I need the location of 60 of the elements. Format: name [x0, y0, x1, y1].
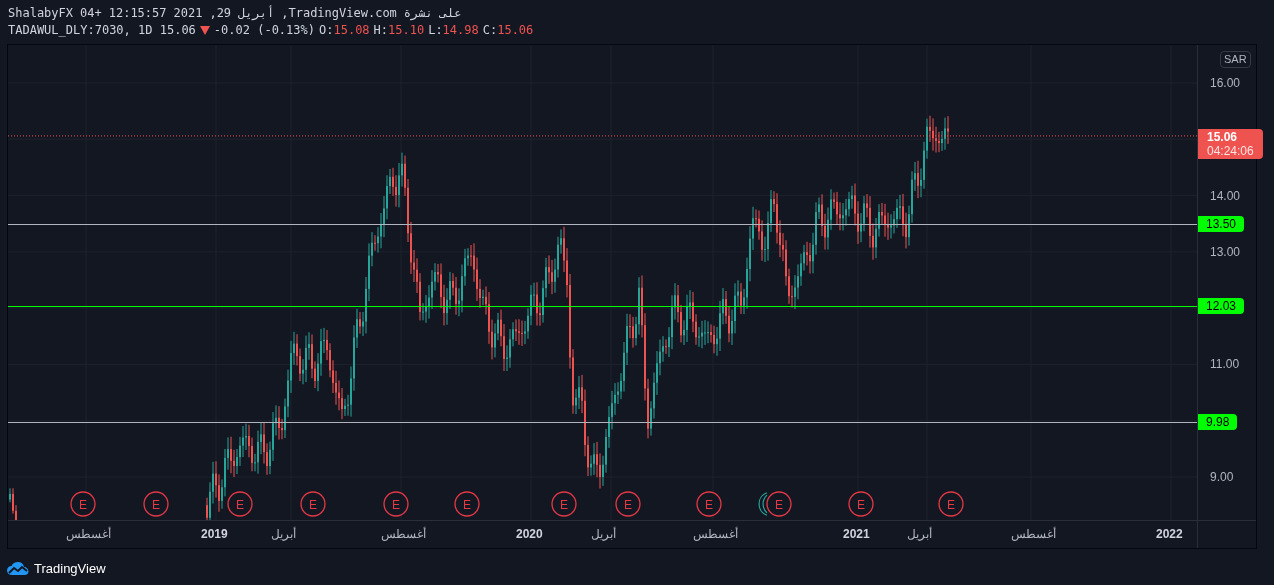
earnings-marker[interactable]: E	[227, 491, 253, 517]
ohlc-label: O:	[319, 22, 334, 39]
header-text: 12:15:57	[108, 5, 167, 22]
price-tick: 14.00	[1210, 188, 1241, 203]
time-label: أغسطس	[1011, 527, 1056, 541]
earnings-marker[interactable]: E	[848, 491, 874, 517]
time-label: أغسطس	[66, 527, 111, 541]
earnings-marker[interactable]: E	[615, 491, 641, 517]
header-text: أبريل	[238, 5, 275, 22]
time-label: 2021	[843, 527, 870, 541]
earnings-marker[interactable]: E	[383, 491, 409, 517]
price-tick: 11.00	[1210, 357, 1240, 372]
time-label: أبريل	[271, 527, 296, 541]
cloud-logo-icon	[7, 561, 29, 576]
ohlc-value: 15.08	[333, 22, 370, 39]
ohlc-label: L:	[428, 22, 443, 39]
earnings-marker[interactable]: E	[454, 491, 480, 517]
earnings-marker[interactable]: E	[938, 491, 964, 517]
header-text: 2021	[173, 5, 203, 22]
earnings-marker[interactable]: E	[696, 491, 722, 517]
time-label: 2022	[1156, 527, 1183, 541]
symbol-text: TADAWUL_DLY:7030, 1D 15.06	[8, 22, 196, 39]
level-price-label: 13.50	[1198, 215, 1245, 232]
earnings-marker[interactable]: E	[143, 491, 169, 517]
time-label: أغسطس	[693, 527, 738, 541]
ohlc-label: C:	[482, 22, 498, 39]
last-price-label: 15.06 04:24:06	[1198, 128, 1263, 159]
level-price-label: 12.03	[1198, 298, 1245, 315]
horizontal-line[interactable]	[8, 422, 1197, 423]
price-tick: 13.00	[1210, 244, 1241, 259]
time-label: 2019	[201, 527, 228, 541]
chart-plot[interactable]: E E E E E E E E E E E E	[8, 45, 1197, 520]
time-label: أغسطس	[381, 527, 426, 541]
price-tick: 16.00	[1210, 76, 1241, 90]
change-text: -0.02 (-0.13%)	[213, 22, 315, 39]
earnings-marker[interactable]: E	[300, 491, 326, 517]
dividend-marker[interactable]	[758, 492, 768, 516]
ohlc-value: 15.10	[388, 22, 425, 39]
time-label: 2020	[516, 527, 543, 541]
time-label: أبريل	[591, 527, 616, 541]
header-text: 04+	[80, 5, 102, 22]
header-text: ShalabyFX	[8, 5, 74, 22]
ohlc-label: H:	[373, 22, 389, 39]
ohlc-value: 14.98	[442, 22, 479, 39]
currency-label[interactable]: SAR	[1220, 51, 1251, 68]
brand-name[interactable]: TradingView	[34, 559, 106, 579]
level-price-label: 9.98	[1198, 413, 1238, 430]
header-text: ,29	[209, 5, 232, 22]
earnings-marker[interactable]: E	[70, 491, 96, 517]
horizontal-line[interactable]	[8, 224, 1197, 225]
header-text: نشرة	[403, 5, 433, 22]
down-triangle-icon	[199, 26, 210, 35]
header-text: ,TradingView.com	[281, 5, 397, 22]
header-text: على	[439, 5, 462, 22]
price-tick: 9.00	[1210, 470, 1234, 484]
earnings-marker[interactable]: E	[551, 491, 577, 517]
ohlc-value: 15.06	[497, 22, 534, 39]
horizontal-line[interactable]	[8, 306, 1197, 307]
earnings-marker[interactable]: E	[766, 491, 792, 517]
time-label: أبريل	[907, 527, 932, 541]
